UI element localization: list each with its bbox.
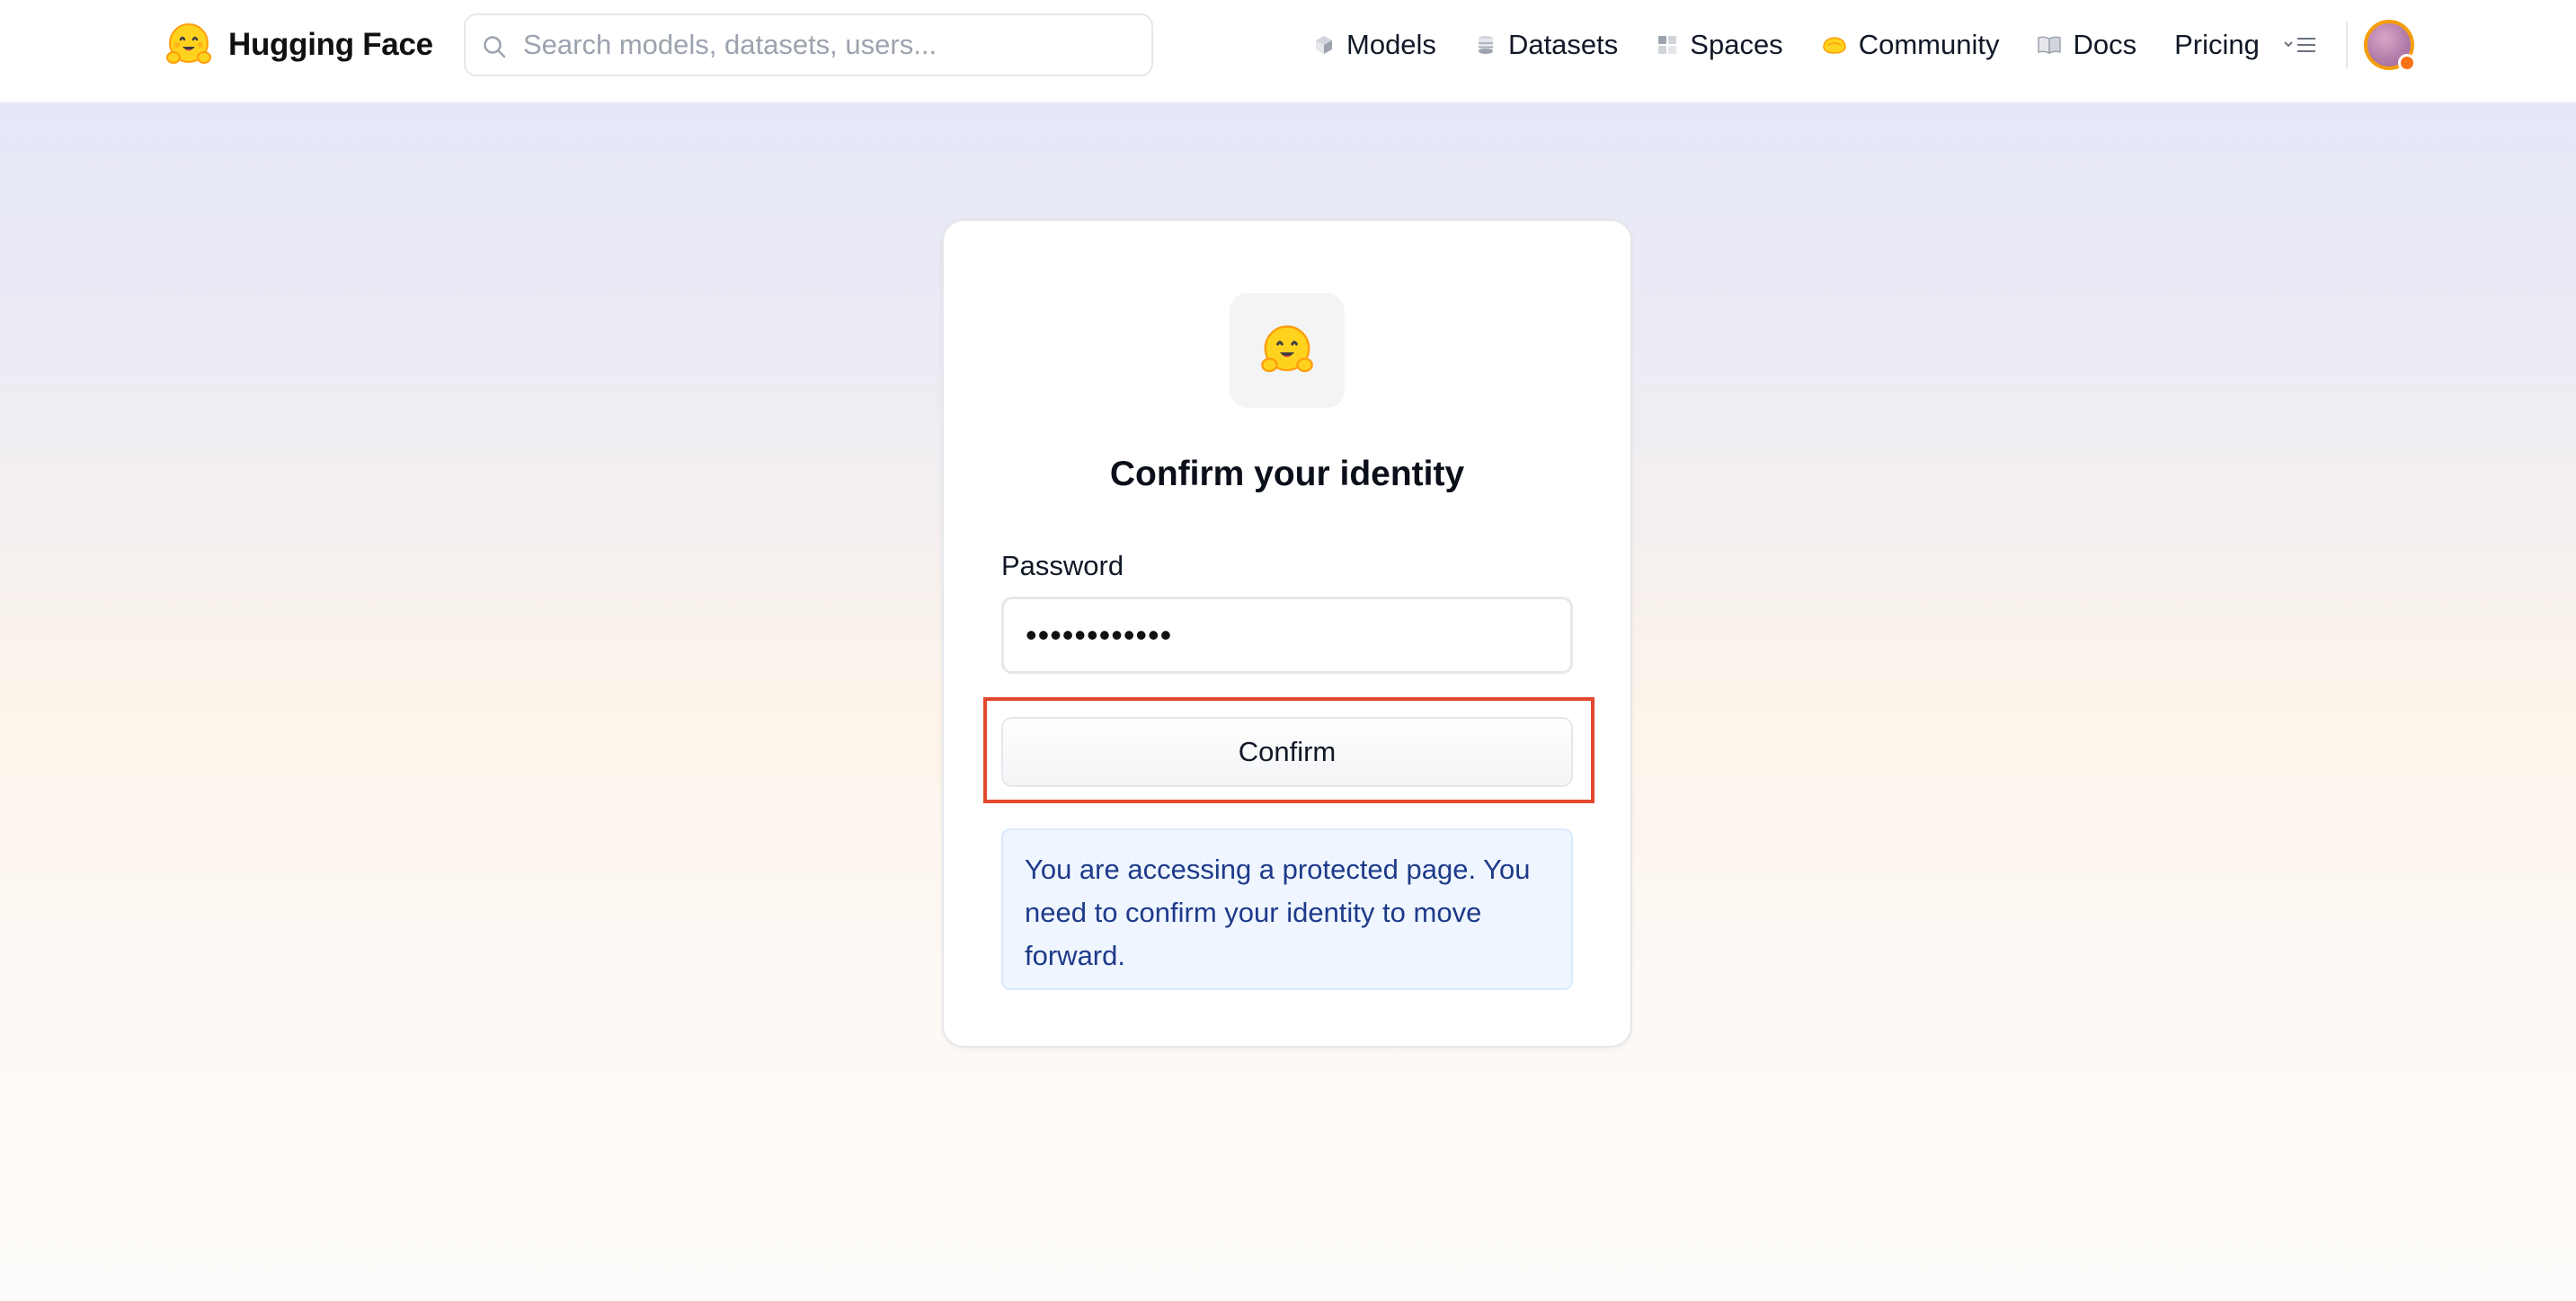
search-input[interactable] bbox=[523, 18, 1134, 72]
nav-models-label: Models bbox=[1346, 29, 1436, 60]
confirm-button[interactable]: Confirm bbox=[1001, 717, 1573, 787]
nav-spaces-label: Spaces bbox=[1690, 29, 1783, 60]
docs-icon bbox=[2038, 36, 2062, 55]
search-icon bbox=[484, 36, 506, 58]
password-field[interactable] bbox=[1001, 597, 1573, 674]
datasets-icon bbox=[1478, 36, 1493, 54]
nav-pricing[interactable]: Pricing bbox=[2174, 29, 2260, 61]
nav-pricing-label: Pricing bbox=[2174, 29, 2260, 60]
community-icon bbox=[1822, 37, 1846, 54]
nav-community[interactable]: Community bbox=[1821, 29, 2000, 61]
protected-page-notice: You are accessing a protected page. You … bbox=[1001, 828, 1573, 990]
brand-logo-link[interactable]: Hugging Face bbox=[165, 20, 433, 70]
nav-models[interactable]: Models bbox=[1312, 29, 1436, 61]
nav-community-label: Community bbox=[1858, 29, 2000, 60]
nav-datasets[interactable]: Datasets bbox=[1474, 29, 1618, 61]
page-title: Confirm your identity bbox=[1109, 455, 1465, 493]
top-navbar: Hugging Face Models Datasets bbox=[0, 0, 2576, 103]
search-box bbox=[464, 13, 1153, 76]
user-avatar[interactable] bbox=[2364, 20, 2416, 72]
card-logo bbox=[1230, 293, 1345, 408]
brand-name: Hugging Face bbox=[228, 27, 433, 62]
password-label: Password bbox=[1001, 550, 1124, 581]
main-nav: Models Datasets Spaces Community Docs Pr… bbox=[1312, 0, 2297, 90]
nav-spaces[interactable]: Spaces bbox=[1656, 29, 1783, 61]
notification-dot bbox=[2398, 54, 2416, 72]
nav-docs-label: Docs bbox=[2073, 29, 2137, 60]
more-menu-button[interactable] bbox=[2283, 31, 2323, 59]
spaces-icon bbox=[1658, 36, 1677, 54]
models-icon bbox=[1316, 36, 1332, 54]
nav-datasets-label: Datasets bbox=[1507, 29, 1619, 60]
confirm-identity-card: Confirm your identity Password Confirm Y… bbox=[942, 219, 1632, 1048]
menu-icon bbox=[2284, 38, 2315, 52]
nav-divider bbox=[2346, 22, 2348, 68]
hugging-face-emoji-icon bbox=[1261, 325, 1313, 373]
hugging-face-logo-icon bbox=[166, 23, 211, 64]
nav-docs[interactable]: Docs bbox=[2037, 29, 2136, 61]
